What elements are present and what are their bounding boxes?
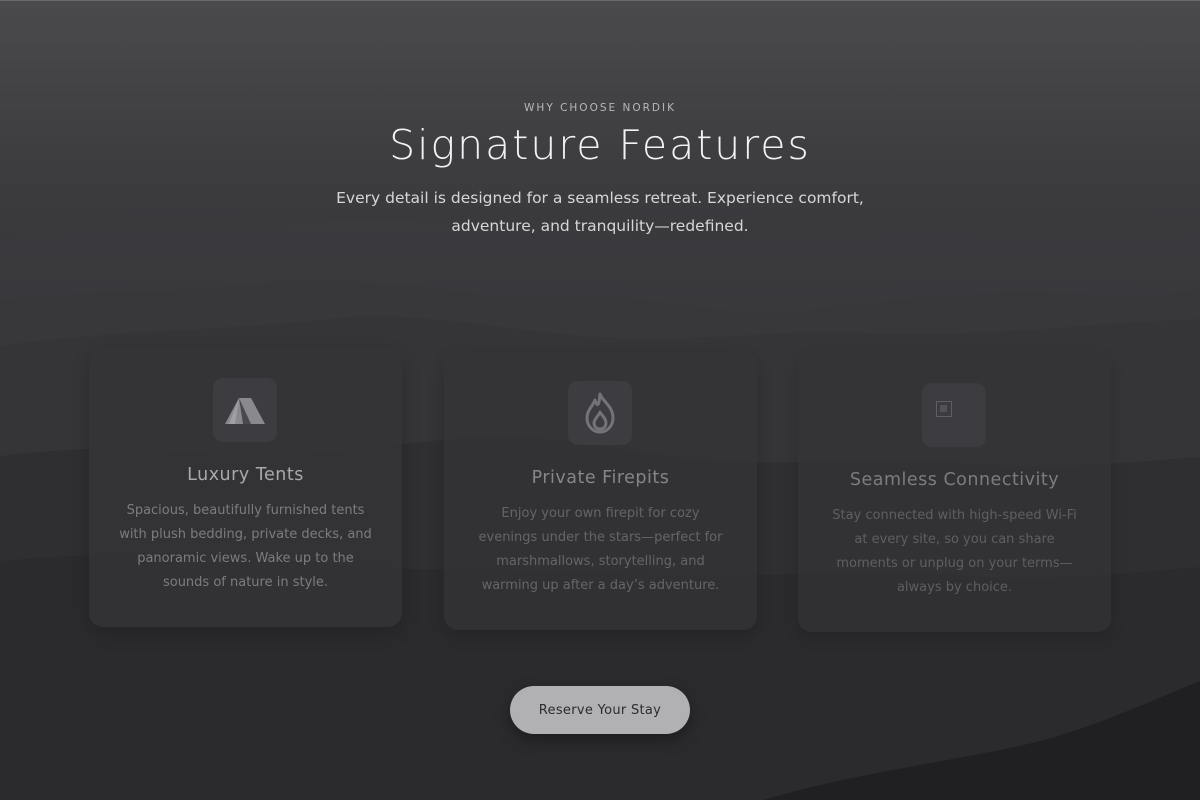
feature-card-private-firepits: Private Firepits Enjoy your own firepit … xyxy=(444,351,757,630)
broken-image-placeholder xyxy=(936,401,952,417)
section-eyebrow: WHY CHOOSE NORDIK xyxy=(524,102,676,114)
section-title: Signature Features xyxy=(389,121,811,169)
feature-description: Spacious, beautifully furnished tents wi… xyxy=(119,503,372,590)
feature-card-seamless-connectivity: Seamless Connectivity Stay connected wit… xyxy=(798,353,1111,632)
features-section: WHY CHOOSE NORDIK Signature Features Eve… xyxy=(0,0,1200,800)
feature-description: Enjoy your own firepit for cozy evenings… xyxy=(478,506,723,593)
reserve-stay-button[interactable]: Reserve Your Stay xyxy=(510,686,690,734)
feature-description: Stay connected with high-speed Wi-Fi at … xyxy=(832,508,1077,595)
tent-icon xyxy=(213,378,277,442)
feature-title: Private Firepits xyxy=(531,468,670,488)
broken-image-icon xyxy=(922,383,986,447)
feature-title: Seamless Connectivity xyxy=(849,470,1060,490)
feature-title: Luxury Tents xyxy=(187,465,304,485)
flame-icon xyxy=(568,381,632,445)
section-subtitle: Every detail is designed for a seamless … xyxy=(336,189,864,235)
feature-card-luxury-tents: Luxury Tents Spacious, beautifully furni… xyxy=(89,348,402,627)
